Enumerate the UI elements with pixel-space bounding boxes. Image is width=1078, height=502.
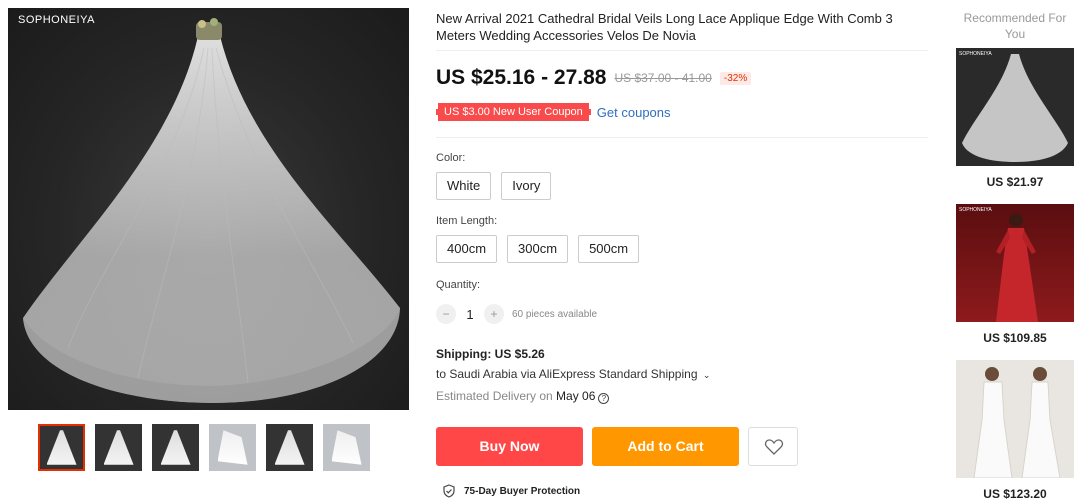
delivery-date: May 06 [556, 389, 596, 403]
quantity-label: Quantity: [436, 279, 481, 291]
divider [436, 50, 928, 51]
item-length-label: Item Length: [436, 215, 498, 227]
brand-tag: SOPHONEIYA [959, 51, 992, 57]
thumbnail-6[interactable] [323, 424, 370, 471]
buy-now-button[interactable]: Buy Now [436, 427, 583, 466]
divider [436, 137, 928, 138]
original-price: US $37.00 - 41.00 [614, 71, 712, 85]
add-to-cart-button[interactable]: Add to Cart [592, 427, 739, 466]
estimated-delivery: Estimated Delivery on May 06? [436, 389, 610, 404]
shipping-price: Shipping: US $5.26 [436, 347, 545, 361]
white-gown-thumbnail [973, 367, 1061, 478]
main-product-image[interactable]: SOPHONEIYA [8, 8, 409, 410]
quantity-stepper: − 1 + 60 pieces available [436, 304, 597, 324]
shield-icon [443, 484, 455, 498]
length-option-400cm[interactable]: 400cm [436, 235, 498, 263]
new-user-coupon[interactable]: US $3.00 New User Coupon [436, 103, 591, 121]
delivery-prefix: Estimated Delivery on [436, 389, 557, 403]
recommended-item[interactable]: SOPHONEIYA US $109.85 [956, 204, 1074, 345]
recommended-item[interactable]: US $123.20 [956, 360, 1074, 501]
recommended-image[interactable] [956, 360, 1074, 478]
length-option-500cm[interactable]: 500cm [578, 235, 640, 263]
thumbnail-strip [38, 424, 370, 471]
red-gown-thumbnail [996, 213, 1038, 322]
coupon-row: US $3.00 New User Coupon Get coupons [436, 103, 671, 121]
recommended-title: Recommended For You [963, 11, 1067, 41]
veil-thumbnail [962, 54, 1068, 162]
question-icon[interactable]: ? [598, 393, 610, 404]
brand-tag: SOPHONEIYA [959, 207, 992, 213]
thumbnail-1[interactable] [38, 424, 85, 471]
recommended-price: US $109.85 [983, 331, 1047, 345]
price-row: US $25.16 - 27.88 US $37.00 - 41.00 -32% [436, 66, 752, 90]
brand-watermark: SOPHONEIYA [18, 14, 95, 26]
veil-illustration [23, 18, 400, 403]
wishlist-button[interactable] [748, 427, 798, 466]
length-options: 400cm 300cm 500cm [436, 235, 640, 263]
quantity-decrease-button[interactable]: − [436, 304, 456, 324]
chevron-down-icon: ⌄ [702, 370, 711, 380]
shipping-method[interactable]: to Saudi Arabia via AliExpress Standard … [436, 367, 710, 381]
discount-badge: -32% [719, 71, 752, 85]
recommended-item[interactable]: SOPHONEIYA US $21.97 [956, 48, 1074, 189]
product-title: New Arrival 2021 Cathedral Bridal Veils … [436, 11, 893, 43]
available-count: 60 pieces available [512, 308, 598, 320]
recommended-price: US $123.20 [983, 487, 1047, 501]
color-option-ivory[interactable]: Ivory [501, 172, 552, 200]
recommended-image[interactable]: SOPHONEIYA [956, 48, 1074, 166]
recommended-price: US $21.97 [986, 175, 1044, 189]
current-price: US $25.16 - 27.88 [436, 66, 607, 89]
thumbnail-4[interactable] [209, 424, 256, 471]
color-options: White Ivory [436, 172, 552, 200]
length-option-300cm[interactable]: 300cm [507, 235, 569, 263]
quantity-value[interactable]: 1 [464, 307, 476, 322]
thumbnail-5[interactable] [266, 424, 313, 471]
quantity-increase-button[interactable]: + [484, 304, 504, 324]
thumbnail-3[interactable] [152, 424, 199, 471]
buyer-protection-label: 75-Day Buyer Protection [464, 485, 581, 497]
color-label: Color: [436, 152, 466, 164]
thumbnail-2[interactable] [95, 424, 142, 471]
buyer-protection: 75-Day Buyer Protection [442, 484, 580, 498]
recommended-image[interactable]: SOPHONEIYA [956, 204, 1074, 322]
shipping-destination: to Saudi Arabia via AliExpress Standard … [436, 367, 698, 381]
color-option-white[interactable]: White [436, 172, 492, 200]
get-coupons-link[interactable]: Get coupons [597, 105, 671, 120]
heart-icon [764, 439, 784, 455]
